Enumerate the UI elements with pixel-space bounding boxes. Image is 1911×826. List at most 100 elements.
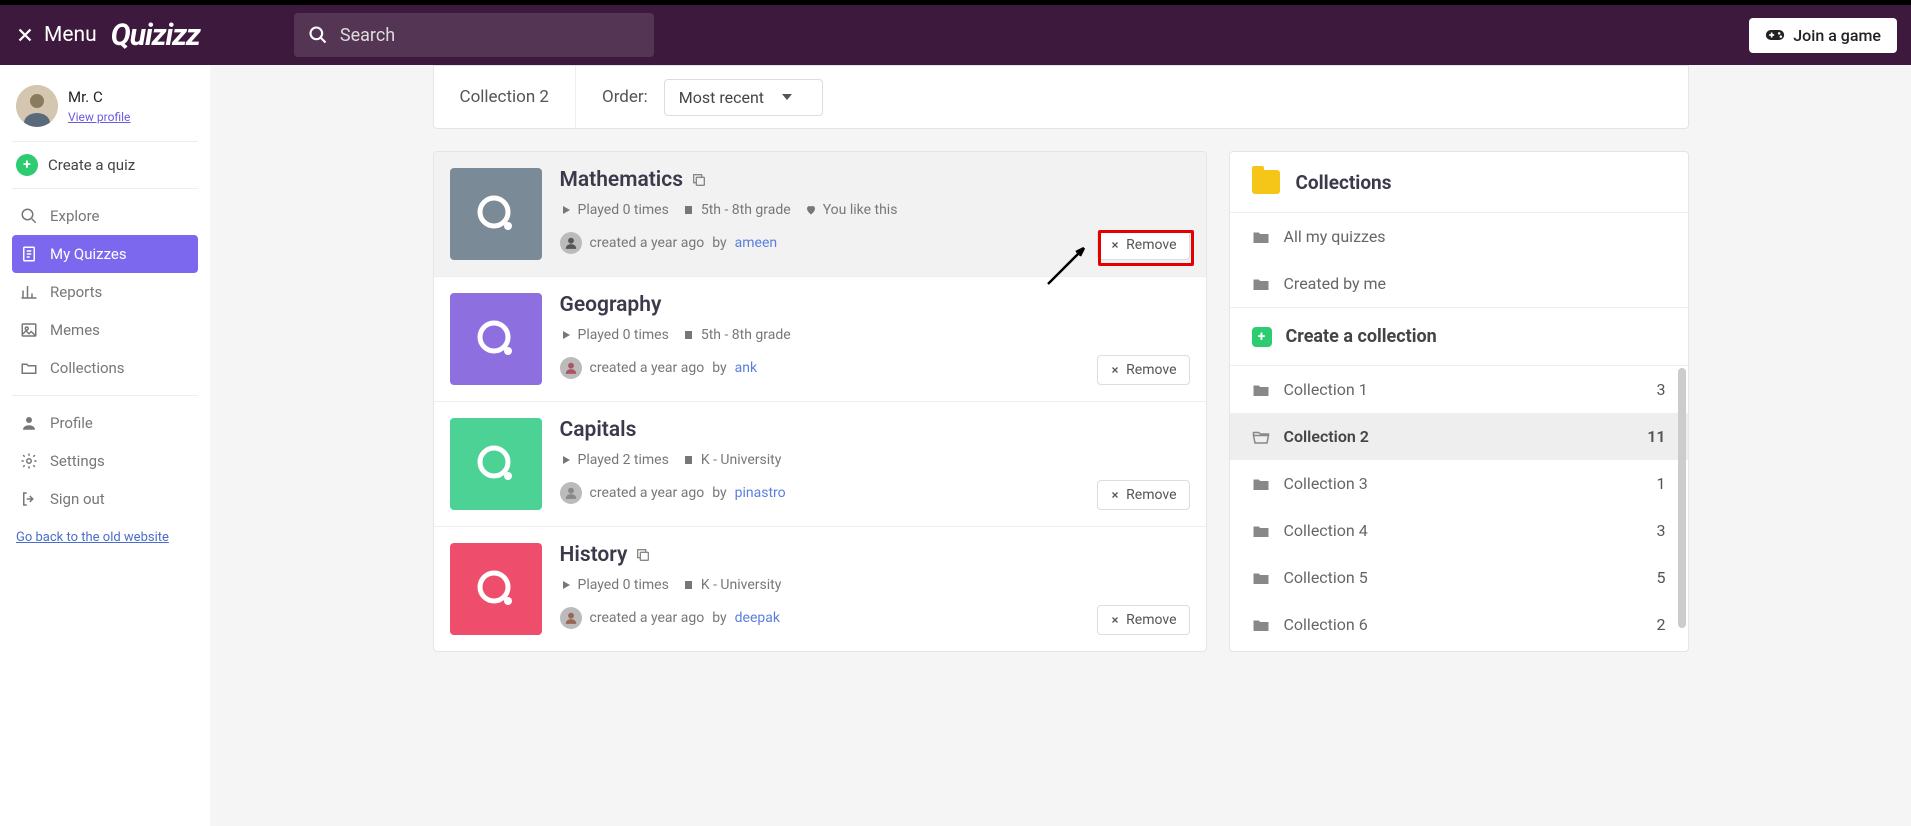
all-quizzes-item[interactable]: All my quizzes [1230,213,1688,260]
book-icon [683,204,695,216]
create-collection-button[interactable]: + Create a collection [1230,308,1688,366]
close-icon [14,24,36,46]
grade-range: K - University [701,452,782,468]
sidebar-item-settings[interactable]: Settings [12,442,198,480]
author-link[interactable]: pinastro [735,485,786,501]
folder-icon [1252,170,1280,194]
create-collection-label: Create a collection [1286,326,1437,347]
content-header: Collection 2 Order: Most recent [433,65,1689,129]
quizizz-q-icon [472,315,520,363]
sidebar-item-my-quizzes[interactable]: My Quizzes [12,235,198,273]
book-icon [683,579,695,591]
collection-title: Collection 2 [434,66,577,128]
sidebar-item-collections[interactable]: Collections [12,349,198,387]
sidebar-item-signout[interactable]: Sign out [12,480,198,518]
search-icon [308,25,328,45]
play-count: Played 2 times [578,452,669,468]
sidebar-item-reports[interactable]: Reports [12,273,198,311]
remove-button[interactable]: Remove [1097,605,1189,635]
join-game-button[interactable]: Join a game [1749,18,1897,53]
play-count: Played 0 times [578,327,669,343]
like-label: You like this [823,202,898,218]
created-by-me-item[interactable]: Created by me [1230,260,1688,307]
search-box[interactable] [294,13,654,57]
quiz-thumbnail [450,293,542,385]
quiz-title: Mathematics [560,168,684,192]
collection-item[interactable]: Collection 4 3 [1230,507,1688,554]
author-avatar [560,357,582,379]
collection-name: Collection 5 [1284,568,1368,587]
folder-icon [1252,229,1270,245]
remove-button[interactable]: Remove [1097,480,1189,510]
old-website-link[interactable]: Go back to the old website [12,516,173,559]
search-input[interactable] [340,25,640,46]
author-link[interactable]: deepak [735,610,780,626]
collection-name: Collection 4 [1284,521,1368,540]
collection-count: 3 [1657,521,1666,540]
collections-panel: Collections All my quizzes Created by me… [1229,151,1689,652]
view-profile-link[interactable]: View profile [68,110,130,124]
create-quiz-button[interactable]: + Create a quiz [12,142,198,189]
play-icon [560,579,572,591]
collection-item[interactable]: Collection 6 2 [1230,601,1688,648]
copy-icon [635,547,651,563]
collection-item[interactable]: Collection 1 3 [1230,366,1688,413]
folder-icon [1252,523,1270,539]
quiz-card[interactable]: Mathematics Played 0 times 5th - 8th gra… [434,152,1206,277]
quiz-list: Mathematics Played 0 times 5th - 8th gra… [433,151,1207,652]
created-label: created a year ago [590,235,705,251]
book-icon [683,454,695,466]
plus-icon: + [16,154,38,176]
nav-label: Collections [50,359,125,377]
quiz-title: Geography [560,293,662,317]
sidebar-item-memes[interactable]: Memes [12,311,198,349]
order-control: Order: Most recent [576,79,849,116]
collection-item[interactable]: Collection 5 5 [1230,554,1688,601]
author-link[interactable]: ameen [735,235,777,251]
menu-button[interactable]: Menu [14,23,97,47]
quiz-thumbnail [450,418,542,510]
plus-icon: + [1252,327,1272,347]
quiz-card[interactable]: Capitals Played 2 times K - University c… [434,402,1206,527]
collection-name: Collection 1 [1284,380,1368,399]
main-content: Collection 2 Order: Most recent Mathem [411,65,1711,826]
nav-label: Memes [50,321,100,339]
join-game-label: Join a game [1793,26,1881,45]
sidebar-item-explore[interactable]: Explore [12,197,198,235]
image-icon [20,321,38,339]
item-label: Created by me [1284,274,1387,293]
order-value: Most recent [679,88,764,107]
play-count: Played 0 times [578,202,669,218]
sidebar-item-profile[interactable]: Profile [12,404,198,442]
logo[interactable]: Quizizz [111,18,200,53]
quiz-title: History [560,543,628,567]
quiz-card[interactable]: History Played 0 times K - University cr… [434,527,1206,651]
scrollbar[interactable] [1678,368,1686,628]
order-dropdown[interactable]: Most recent [664,79,823,116]
nav-label: Profile [50,414,93,432]
quiz-title: Capitals [560,418,637,442]
remove-button[interactable]: Remove [1097,355,1189,385]
grade-range: K - University [701,577,782,593]
collection-item[interactable]: Collection 2 11 [1230,413,1688,460]
avatar[interactable] [16,85,58,127]
nav-list: Explore My Quizzes Reports Memes Collect… [12,189,198,396]
quiz-card[interactable]: Geography Played 0 times 5th - 8th grade… [434,277,1206,402]
remove-button[interactable]: Remove [1097,230,1189,260]
document-icon [20,245,38,263]
author-link[interactable]: ank [735,360,757,376]
folder-icon [1252,476,1270,492]
play-icon [560,204,572,216]
close-icon [1110,615,1120,625]
quizizz-q-icon [472,565,520,613]
folder-icon [1252,570,1270,586]
collection-item[interactable]: Collection 3 1 [1230,460,1688,507]
chevron-down-icon [782,94,792,100]
top-bar: Menu Quizizz Join a game [0,5,1911,65]
quizizz-q-icon [472,190,520,238]
collection-name: Collection 3 [1284,474,1368,493]
nav-label: Settings [50,452,105,470]
play-icon [560,329,572,341]
author-avatar [560,607,582,629]
close-icon [1110,490,1120,500]
